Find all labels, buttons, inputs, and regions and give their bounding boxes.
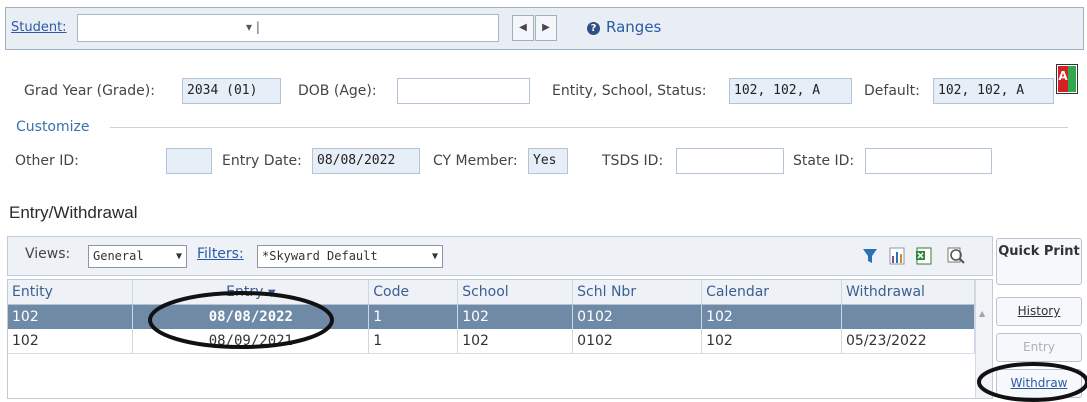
col-schl-nbr[interactable]: Schl Nbr <box>572 280 703 305</box>
entity-school-status-label: Entity, School, Status: <box>552 83 707 99</box>
views-select-value: General <box>93 249 144 263</box>
cell-withdrawal <box>841 304 975 329</box>
col-code[interactable]: Code <box>368 280 459 305</box>
cell-school: 102 <box>457 304 574 329</box>
grid-scrollbar[interactable]: ▲ <box>975 280 992 398</box>
print-preview-icon[interactable] <box>946 245 966 265</box>
col-entity[interactable]: Entity <box>8 280 134 305</box>
student-link[interactable]: Student: <box>11 20 67 35</box>
col-entry-label: Entry <box>226 284 264 300</box>
alert-a-icon: A <box>1058 66 1068 92</box>
views-select[interactable]: General ▼ <box>88 245 187 268</box>
entry-withdrawal-grid: Entity Entry ▼ Code School Schl Nbr Cale… <box>7 279 993 399</box>
col-withdrawal[interactable]: Withdrawal <box>841 280 975 305</box>
help-icon[interactable]: ? <box>587 22 600 35</box>
dropdown-caret-icon[interactable]: ▾ | <box>246 20 260 34</box>
cell-schl-nbr: 0102 <box>572 329 703 354</box>
cy-member-label: CY Member: <box>433 153 518 169</box>
entry-date-label: Entry Date: <box>222 153 302 169</box>
col-calendar[interactable]: Calendar <box>701 280 843 305</box>
cell-entry: 08/09/2021 <box>132 329 370 354</box>
grid-header-row: Entity Entry ▼ Code School Schl Nbr Cale… <box>8 280 975 305</box>
views-label: Views: <box>25 246 71 262</box>
chart-icon[interactable] <box>889 247 905 265</box>
other-id-value <box>166 148 212 174</box>
default-value: 102, 102, A <box>933 78 1054 104</box>
chevron-down-icon: ▼ <box>175 251 182 262</box>
chevron-down-icon: ▼ <box>431 251 438 262</box>
next-student-button[interactable]: ▶ <box>535 15 557 41</box>
cell-entity: 102 <box>8 304 134 329</box>
filter-icon[interactable] <box>862 247 878 265</box>
alert-badge[interactable]: A <box>1056 64 1078 94</box>
entity-school-status-value: 102, 102, A <box>729 78 852 104</box>
alert-green-icon <box>1068 66 1076 92</box>
cell-withdrawal: 05/23/2022 <box>841 329 975 354</box>
redacted-area <box>866 174 994 224</box>
quick-print-button[interactable]: Quick Print <box>996 238 1082 285</box>
cell-code: 1 <box>368 329 459 354</box>
tsds-id-value <box>676 148 784 174</box>
cell-schl-nbr: 0102 <box>572 304 703 329</box>
table-row[interactable]: 102 08/09/2021 1 102 0102 102 05/23/2022 <box>8 329 975 354</box>
student-field[interactable]: ▾ | <box>77 14 499 42</box>
tsds-id-label: TSDS ID: <box>602 153 664 169</box>
cell-code: 1 <box>368 304 459 329</box>
grad-year-value: 2034 (01) <box>182 78 281 104</box>
sort-desc-icon: ▼ <box>267 288 276 299</box>
table-row[interactable]: 102 08/08/2022 1 102 0102 102 <box>8 304 975 329</box>
scroll-up-icon[interactable]: ▲ <box>979 309 985 318</box>
other-id-label: Other ID: <box>15 153 79 169</box>
state-id-value <box>865 148 992 174</box>
col-school[interactable]: School <box>457 280 574 305</box>
entry-date-value: 08/08/2022 <box>312 148 420 174</box>
filters-select-value: *Skyward Default <box>262 249 378 263</box>
dob-label: DOB (Age): <box>298 83 377 99</box>
customize-divider <box>110 127 1068 128</box>
filters-select[interactable]: *Skyward Default ▼ <box>257 245 443 268</box>
cell-calendar: 102 <box>701 329 843 354</box>
entry-button[interactable]: Entry <box>996 333 1082 362</box>
customize-link[interactable]: Customize <box>16 119 90 135</box>
state-id-label: State ID: <box>793 153 855 169</box>
default-label: Default: <box>864 83 920 99</box>
dob-value <box>397 78 530 104</box>
grad-year-label: Grad Year (Grade): <box>24 83 155 99</box>
section-title: Entry/Withdrawal <box>9 203 138 222</box>
col-entry[interactable]: Entry ▼ <box>132 280 370 305</box>
withdraw-button[interactable]: Withdraw <box>996 369 1082 398</box>
previous-student-button[interactable]: ◀ <box>512 15 534 41</box>
excel-export-icon[interactable] <box>915 247 933 265</box>
cy-member-value: Yes <box>528 148 568 174</box>
cell-entry: 08/08/2022 <box>132 304 370 329</box>
filters-link[interactable]: Filters: <box>197 246 244 262</box>
cell-entity: 102 <box>8 329 134 354</box>
cell-school: 102 <box>457 329 574 354</box>
ranges-link[interactable]: Ranges <box>606 18 661 36</box>
cell-calendar: 102 <box>701 304 843 329</box>
history-button[interactable]: History <box>996 297 1082 326</box>
